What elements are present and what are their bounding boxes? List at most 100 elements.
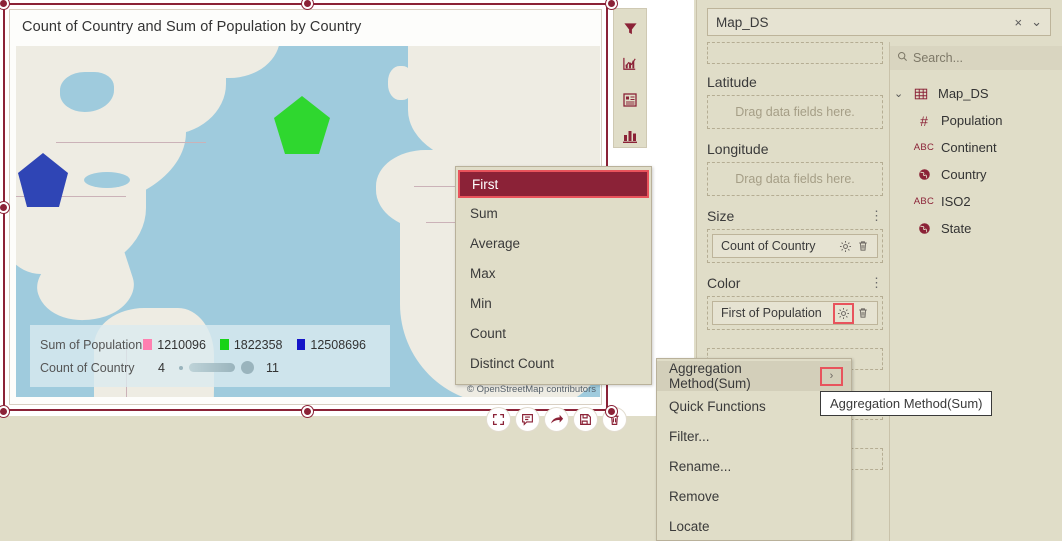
table-icon [911, 87, 931, 101]
longitude-dropzone[interactable]: Drag data fields here. [707, 162, 883, 196]
menu-item-max[interactable]: Max [456, 258, 651, 288]
dataset-select[interactable]: Map_DS × ⌄ [707, 8, 1051, 36]
color-shelf-header: Color ⋮ [707, 275, 883, 291]
size-dropzone[interactable]: Count of Country [707, 229, 883, 263]
legend-swatch-1 [219, 339, 229, 350]
size-trash-icon[interactable] [854, 237, 872, 255]
map-attribution[interactable]: © OpenStreetMap contributors [467, 384, 596, 395]
united-states-marker[interactable] [16, 151, 70, 213]
field-state[interactable]: State [894, 215, 1062, 242]
dataset-select-value: Map_DS [716, 14, 769, 30]
resize-handle-s[interactable] [302, 406, 313, 417]
menu-item-sum[interactable]: Sum [456, 198, 651, 228]
color-kebab-icon[interactable]: ⋮ [870, 276, 883, 289]
chart-settings-icon[interactable] [619, 54, 641, 76]
europe-marker[interactable] [271, 94, 333, 160]
latitude-label: Latitude [707, 74, 757, 90]
size-shelf-header: Size ⋮ [707, 208, 883, 224]
menu-item-min[interactable]: Min [456, 288, 651, 318]
legend-size-scale [178, 361, 254, 374]
text-icon: ABC [913, 142, 935, 153]
longitude-label: Longitude [707, 141, 769, 157]
text-icon: ABC [913, 196, 935, 207]
color-field-name: First of Population [721, 306, 822, 320]
size-gradient-bar [188, 363, 235, 372]
legend-value-2: 12508696 [310, 337, 367, 352]
search-placeholder: Search... [913, 51, 964, 65]
color-dropzone[interactable]: First of Population [707, 296, 883, 330]
filter-icon[interactable] [619, 18, 641, 40]
color-label: Color [707, 275, 741, 291]
color-gear-icon[interactable] [833, 302, 854, 324]
color-field-pill[interactable]: First of Population [712, 301, 878, 325]
number-icon: # [920, 112, 928, 129]
field-state-label: State [941, 221, 972, 236]
share-icon[interactable] [544, 407, 569, 432]
resize-handle-n[interactable] [302, 0, 313, 9]
lake-great-lakes [84, 172, 130, 188]
map-legend: Sum of Population 1210096 1822358 125086… [30, 325, 390, 387]
fields-column: Search... ⌄ Map_DS # Population ABC Cont… [889, 42, 1062, 541]
app-root: Count of Country and Sum of Population b… [0, 0, 1062, 541]
field-context-menu: Aggregation Method(Sum) › Quick Function… [656, 358, 852, 541]
field-country-label: Country [941, 167, 987, 182]
field-population-label: Population [941, 113, 1003, 128]
context-item-aggregation-method[interactable]: Aggregation Method(Sum) › [657, 361, 851, 391]
legend-color-label: Sum of Population [40, 337, 143, 352]
field-iso2-label: ISO2 [941, 194, 971, 209]
tooltip: Aggregation Method(Sum) [820, 391, 993, 416]
size-label: Size [707, 208, 735, 224]
legend-value-0: 1210096 [157, 337, 206, 352]
field-iso2[interactable]: ABC ISO2 [894, 188, 1062, 215]
menu-item-average[interactable]: Average [456, 228, 651, 258]
latitude-shelf-header: Latitude [707, 74, 883, 90]
geo-icon [914, 222, 934, 235]
comment-icon[interactable] [515, 407, 540, 432]
map-border-line [56, 142, 206, 143]
resize-handle-nw[interactable] [0, 0, 9, 9]
size-dot-large [240, 361, 254, 374]
menu-item-first[interactable]: First [458, 170, 649, 198]
menu-item-count[interactable]: Count [456, 318, 651, 348]
resize-handle-se[interactable] [606, 406, 617, 417]
context-item-rename[interactable]: Rename... [657, 451, 851, 481]
legend-size-max: 11 [265, 360, 279, 375]
geo-icon [914, 168, 934, 181]
expand-icon[interactable] [486, 407, 511, 432]
chevron-right-icon[interactable]: › [820, 366, 843, 386]
legend-color-row: Sum of Population 1210096 1822358 125086… [40, 333, 380, 356]
legend-value-1: 1822358 [233, 337, 283, 352]
tree-root-label: Map_DS [938, 86, 989, 101]
clear-icon[interactable]: × [1015, 15, 1023, 30]
context-item-filter[interactable]: Filter... [657, 421, 851, 451]
menu-item-distinct-count[interactable]: Distinct Count [456, 348, 651, 378]
context-item-aggregation-method-label: Aggregation Method(Sum) [669, 361, 751, 391]
search-field[interactable]: Search... [890, 46, 1062, 70]
chevron-down-icon[interactable]: ⌄ [894, 87, 904, 100]
context-item-locate[interactable]: Locate [657, 511, 851, 541]
size-kebab-icon[interactable]: ⋮ [870, 209, 883, 222]
resize-handle-w[interactable] [0, 202, 9, 213]
geography-dropzone[interactable] [707, 42, 883, 64]
size-field-name: Count of Country [721, 239, 816, 253]
chevron-down-icon[interactable]: ⌄ [1031, 14, 1042, 30]
context-item-remove[interactable]: Remove [657, 481, 851, 511]
legend-size-label: Count of Country [40, 360, 135, 375]
field-population[interactable]: # Population [894, 107, 1062, 134]
aggregation-method-submenu: First Sum Average Max Min Count Distinct… [455, 166, 652, 385]
bar-chart-icon[interactable] [619, 125, 641, 147]
latitude-dropzone[interactable]: Drag data fields here. [707, 95, 883, 129]
size-field-pill[interactable]: Count of Country [712, 234, 878, 258]
legend-swatch-2 [296, 339, 306, 350]
search-icon [897, 51, 908, 65]
legend-size-min: 4 [158, 360, 165, 375]
legend-swatch-0 [143, 339, 153, 350]
properties-icon[interactable] [619, 90, 641, 112]
longitude-shelf-header: Longitude [707, 141, 883, 157]
field-continent[interactable]: ABC Continent [894, 134, 1062, 161]
field-country[interactable]: Country [894, 161, 1062, 188]
save-icon[interactable] [573, 407, 598, 432]
size-gear-icon[interactable] [836, 237, 854, 255]
color-trash-icon[interactable] [854, 304, 872, 322]
tree-root-map-ds[interactable]: ⌄ Map_DS [894, 80, 1062, 107]
